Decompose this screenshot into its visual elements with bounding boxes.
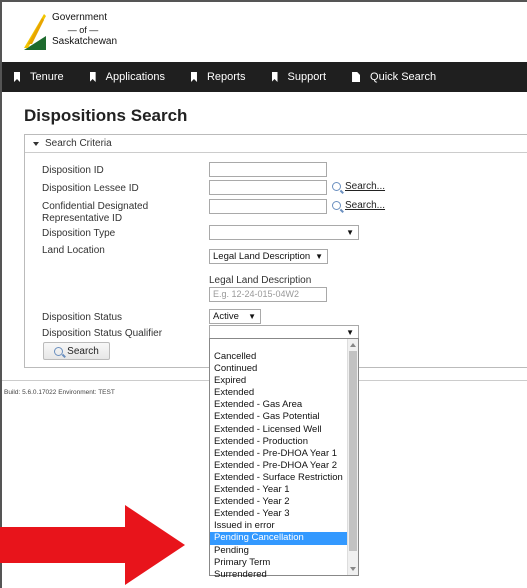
dropdown-option[interactable]: Extended - Year 3 <box>210 508 348 520</box>
dropdown-option[interactable]: Extended - Year 1 <box>210 484 348 496</box>
site-header: Government — of — Saskatchewan <box>2 2 527 62</box>
saskatchewan-flag-icon <box>24 14 46 50</box>
search-icon <box>54 346 64 356</box>
dropdown-option[interactable]: Surrendered <box>210 569 348 581</box>
dropdown-option[interactable]: Extended - Gas Area <box>210 399 348 411</box>
dropdown-option[interactable]: Issued in error <box>210 520 348 532</box>
dropdown-options: Cancelled Continued Expired Extended Extende… <box>210 351 348 581</box>
search-criteria-toggle[interactable]: Search Criteria <box>25 135 527 153</box>
chevron-down-icon: ▼ <box>248 312 256 321</box>
collapse-triangle-icon <box>33 141 39 146</box>
dropdown-option[interactable]: Cancelled <box>210 351 348 363</box>
dropdown-option[interactable]: Extended - Pre-DHOA Year 2 <box>210 460 348 472</box>
lessee-id-input[interactable] <box>209 180 327 195</box>
main-nav: Tenure Applications Reports Support Quic… <box>2 62 527 92</box>
logo-line1: Government <box>52 12 108 23</box>
scroll-up-icon[interactable] <box>350 343 356 347</box>
lessee-search-link[interactable]: Search... <box>332 181 385 192</box>
page-title: Dispositions Search <box>24 106 188 125</box>
scroll-down-icon[interactable] <box>350 567 356 571</box>
disposition-type-label: Disposition Type <box>42 228 116 239</box>
nav-reports[interactable]: Reports <box>190 62 246 92</box>
qualifier-dropdown-list[interactable]: Cancelled Continued Expired Extended Extende… <box>209 338 359 580</box>
scroll-thumb[interactable] <box>349 351 357 551</box>
search-icon <box>332 182 341 191</box>
status-select[interactable]: Active ▼ <box>209 309 261 324</box>
chevron-down-icon: ▼ <box>315 252 323 261</box>
nav-applications[interactable]: Applications <box>89 62 165 92</box>
dropdown-option[interactable]: Extended - Pre-DHOA Year 1 <box>210 448 348 460</box>
dropdown-option[interactable]: Extended - Gas Potential <box>210 411 348 423</box>
rep-id-label: Confidential Designated Representative I… <box>42 201 149 224</box>
lessee-id-label: Disposition Lessee ID <box>42 183 139 194</box>
qualifier-label: Disposition Status Qualifier <box>42 328 163 339</box>
rep-id-input[interactable] <box>209 199 327 214</box>
government-logo[interactable]: Government — of — Saskatchewan <box>52 12 117 48</box>
status-label: Disposition Status <box>42 312 123 323</box>
logo-line3: Saskatchewan <box>52 36 118 47</box>
dropdown-option[interactable]: Extended - Production <box>210 436 348 448</box>
red-arrow-annotation <box>0 505 185 585</box>
search-button[interactable]: Search <box>43 342 110 360</box>
dropdown-option[interactable]: Extended <box>210 387 348 399</box>
logo-line2: — of — <box>67 25 99 35</box>
disposition-id-input[interactable] <box>209 162 327 177</box>
dropdown-option[interactable]: Pending <box>210 545 348 557</box>
dropdown-scrollbar[interactable] <box>347 339 358 575</box>
dropdown-option[interactable]: Extended - Surface Restriction <box>210 472 348 484</box>
lld-label: Legal Land Description <box>209 275 312 286</box>
lld-input[interactable]: E.g. 12-24-015-04W2 <box>209 287 327 302</box>
dropdown-option[interactable]: Pending Cancellation <box>210 532 348 545</box>
dropdown-option[interactable]: Expired <box>210 375 348 387</box>
dropdown-option[interactable]: Continued <box>210 363 348 375</box>
disposition-id-label: Disposition ID <box>42 165 104 176</box>
land-location-label: Land Location <box>42 245 105 256</box>
nav-tenure[interactable]: Tenure <box>14 62 64 92</box>
bookmark-icon <box>271 72 278 82</box>
land-location-select[interactable]: Legal Land Description ▼ <box>209 249 328 264</box>
dropdown-option[interactable]: Extended - Licensed Well <box>210 424 348 436</box>
document-icon <box>352 72 361 82</box>
nav-quick-search[interactable]: Quick Search <box>352 62 436 92</box>
bookmark-icon <box>14 72 20 82</box>
bookmark-icon <box>89 72 96 82</box>
chevron-down-icon: ▼ <box>346 228 354 237</box>
search-icon <box>332 201 341 210</box>
dropdown-option[interactable]: Primary Term <box>210 557 348 569</box>
disposition-type-select[interactable]: ▼ <box>209 225 359 240</box>
rep-search-link[interactable]: Search... <box>332 200 385 211</box>
build-info: Build: 5.6.0.17022 Environment: TEST <box>4 389 115 396</box>
nav-support[interactable]: Support <box>271 62 326 92</box>
dropdown-option[interactable]: Extended - Year 2 <box>210 496 348 508</box>
bookmark-icon <box>190 72 197 82</box>
